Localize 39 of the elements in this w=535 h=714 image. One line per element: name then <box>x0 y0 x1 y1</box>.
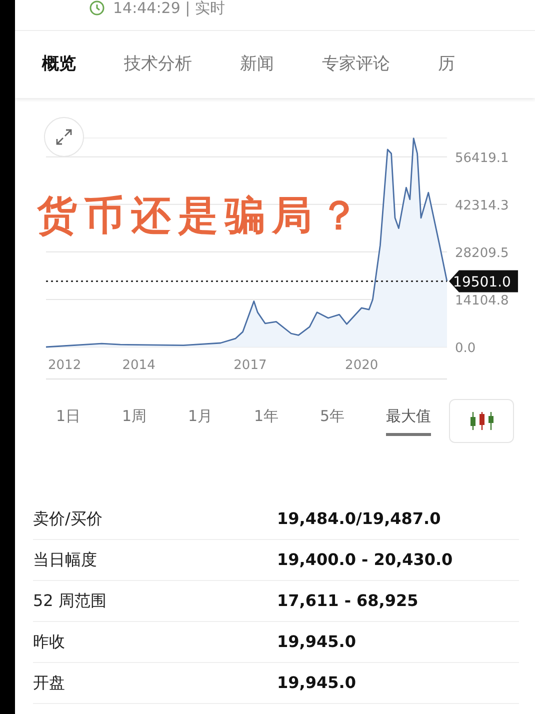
clock-icon <box>89 0 105 16</box>
overlay-caption: 货币还是骗局？ <box>37 191 366 241</box>
candlestick-icon <box>468 410 494 430</box>
price-tag: 19501.0 <box>449 270 518 292</box>
axis-label: 14104.8 <box>455 293 509 308</box>
expand-icon <box>54 127 74 147</box>
stat-label: 昨收 <box>33 631 66 653</box>
stat-label: 卖价/买价 <box>33 508 104 530</box>
axis-label: 56419.1 <box>455 150 509 166</box>
tab[interactable]: 概览 <box>42 52 76 78</box>
axis-label: 42314.3 <box>455 198 509 214</box>
tab[interactable]: 历 <box>438 52 455 78</box>
axis-label: 2012 <box>48 358 82 373</box>
range-button[interactable]: 最大值 <box>386 401 452 440</box>
candlestick-button[interactable] <box>449 398 514 442</box>
tab[interactable]: 新闻 <box>240 52 274 78</box>
axis-label: 28209.5 <box>455 246 509 261</box>
stat-value: 19,945.0 <box>277 631 356 653</box>
stat-label: 52 周范围 <box>33 590 108 612</box>
expand-button[interactable] <box>44 117 84 157</box>
stat-value: 17,611 - 68,925 <box>277 590 418 612</box>
range-button[interactable]: 1周 <box>122 401 188 440</box>
axis-label: 2014 <box>122 358 156 373</box>
ref-line-label: 19501.0 <box>453 274 511 290</box>
tab[interactable]: 技术分析 <box>124 52 192 78</box>
stat-label: 当日幅度 <box>33 549 98 571</box>
range-button[interactable]: 5年 <box>320 401 386 440</box>
stat-label: 开盘 <box>33 672 66 694</box>
axis-label: 0.0 <box>455 341 476 356</box>
range-button[interactable]: 1日 <box>56 401 122 440</box>
update-time: 14:44:29 | 实时 <box>113 0 225 18</box>
range-button[interactable]: 1年 <box>254 401 320 440</box>
stat-value: 19,945.0 <box>277 672 356 694</box>
axis-label: 2017 <box>234 358 267 373</box>
axis-label: 2020 <box>345 358 378 373</box>
stat-value: 19,484.0/19,487.0 <box>277 508 441 530</box>
stat-value: 19,400.0 - 20,430.0 <box>277 549 453 571</box>
tab[interactable]: 专家评论 <box>322 52 390 78</box>
range-button[interactable]: 1月 <box>188 401 254 440</box>
